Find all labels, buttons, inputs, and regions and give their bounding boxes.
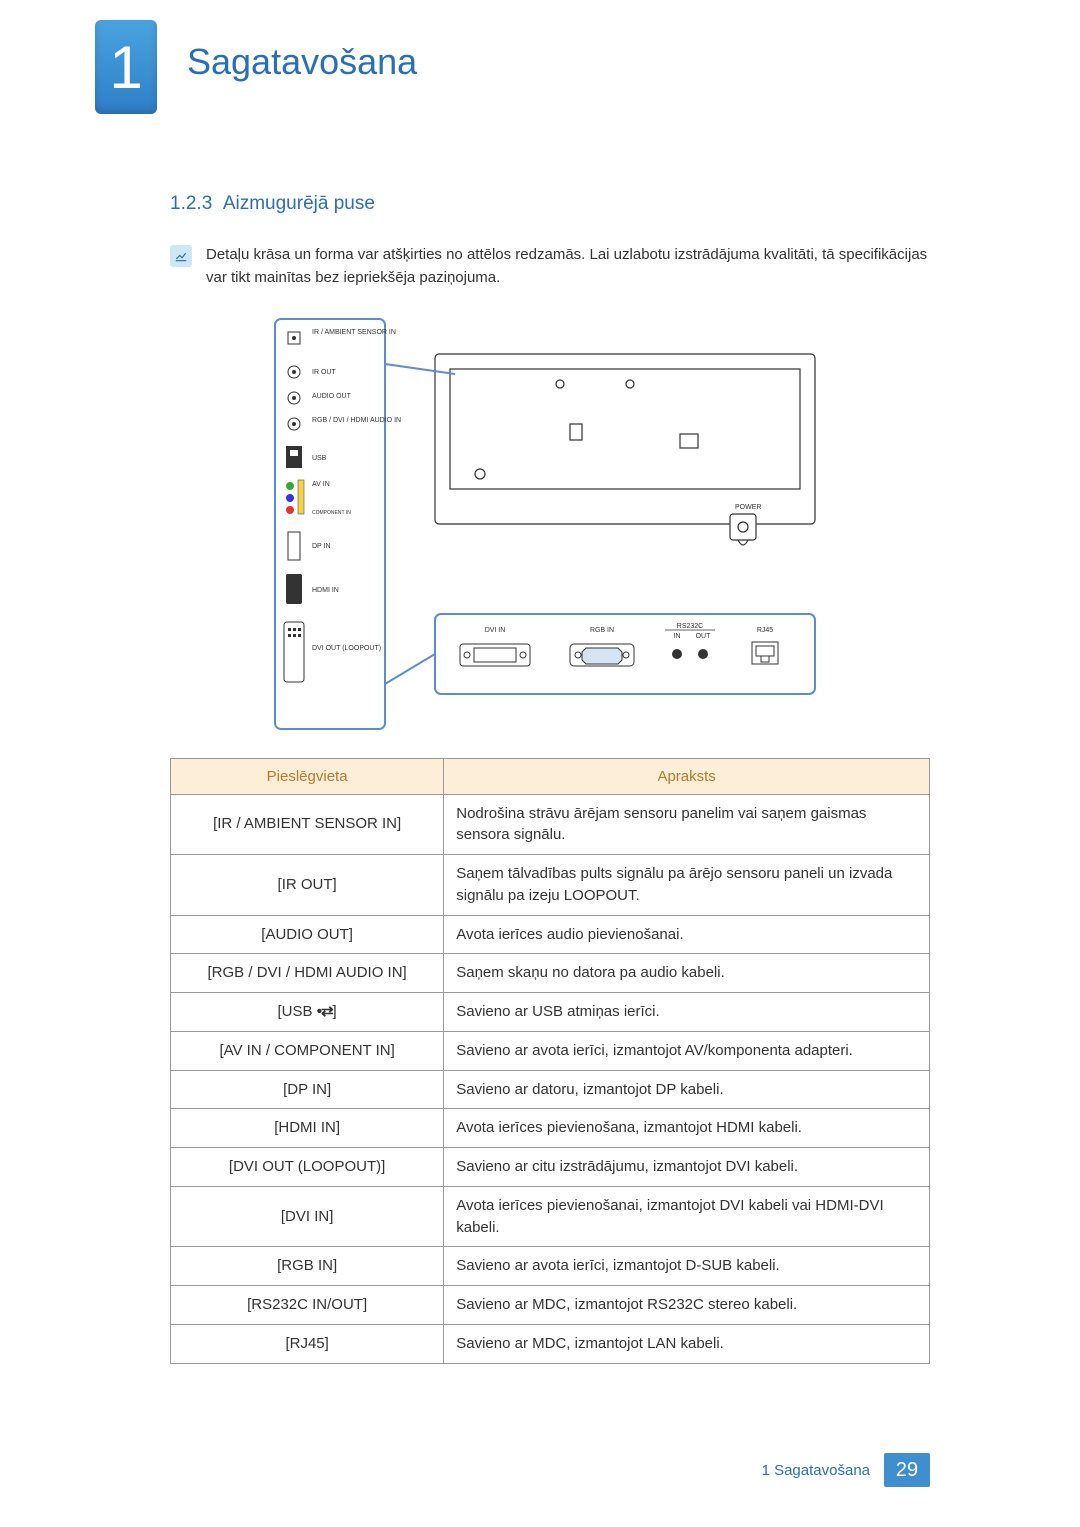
lbl-audio-out: AUDIO OUT — [312, 393, 352, 400]
table-row: [RGB IN]Savieno ar avota ierīci, izmanto… — [171, 1247, 930, 1286]
table-row: [DP IN]Savieno ar datoru, izmantojot DP … — [171, 1070, 930, 1109]
table-row: [HDMI IN]Avota ierīces pievienošana, izm… — [171, 1109, 930, 1148]
monitor-rear: POWER — [435, 354, 815, 545]
lbl-usb: USB — [312, 455, 327, 462]
port-cell: [AV IN / COMPONENT IN] — [171, 1031, 444, 1070]
table-row: [IR / AMBIENT SENSOR IN]Nodrošina strāvu… — [171, 794, 930, 855]
port-cell: [IR / AMBIENT SENSOR IN] — [171, 794, 444, 855]
section-body: 1.2.3 Aizmugurējā puse Detaļu krāsa un f… — [170, 193, 930, 1364]
desc-cell: Avota ierīces pievienošana, izmantojot H… — [444, 1109, 930, 1148]
lbl-avin: AV IN — [312, 481, 330, 488]
chapter-title: Sagatavošana — [187, 41, 417, 83]
desc-cell: Savieno ar citu izstrādājumu, izmantojot… — [444, 1148, 930, 1187]
table-row: [RGB / DVI / HDMI AUDIO IN]Saņem skaņu n… — [171, 954, 930, 993]
section-number: 1.2.3 — [170, 193, 212, 214]
table-row: [DVI IN]Avota ierīces pievienošanai, izm… — [171, 1186, 930, 1247]
page-footer: 1 Sagatavošana 29 — [0, 1453, 1080, 1487]
lbl-rgb-audio: RGB / DVI / HDMI AUDIO IN — [312, 417, 401, 424]
chapter-header: 1 Sagatavošana — [95, 20, 417, 114]
port-cell: [RS232C IN/OUT] — [171, 1286, 444, 1325]
lbl-dpin: DP IN — [312, 543, 331, 550]
port-cell: [RGB IN] — [171, 1247, 444, 1286]
desc-cell: Saņem skaņu no datora pa audio kabeli. — [444, 954, 930, 993]
note-row: Detaļu krāsa un forma var atšķirties no … — [170, 243, 930, 290]
table-row: [AV IN / COMPONENT IN]Savieno ar avota i… — [171, 1031, 930, 1070]
port-cell: [AUDIO OUT] — [171, 915, 444, 954]
th-desc: Apraksts — [444, 758, 930, 794]
lbl-hdmi: HDMI IN — [312, 587, 339, 594]
desc-cell: Savieno ar avota ierīci, izmantojot D-SU… — [444, 1247, 930, 1286]
lbl-ir-ambient: IR / AMBIENT SENSOR IN — [312, 329, 396, 336]
port-cell: [DP IN] — [171, 1070, 444, 1109]
lbl-rs232c: RS232C — [677, 623, 703, 630]
lbl-rs232c-out: OUT — [696, 633, 712, 640]
lbl-power: POWER — [735, 504, 761, 511]
port-cell: [DVI OUT (LOOPOUT)] — [171, 1148, 444, 1187]
table-row: [RS232C IN/OUT]Savieno ar MDC, izmantojo… — [171, 1286, 930, 1325]
th-port: Pieslēgvieta — [171, 758, 444, 794]
chapter-number-box: 1 — [95, 20, 157, 114]
desc-cell: Savieno ar datoru, izmantojot DP kabeli. — [444, 1070, 930, 1109]
desc-cell: Avota ierīces audio pievienošanai. — [444, 915, 930, 954]
page-number: 29 — [884, 1453, 930, 1487]
port-cell: [USB •⇄] — [171, 993, 444, 1032]
section-heading: 1.2.3 Aizmugurējā puse — [170, 193, 930, 215]
lbl-component: COMPONENT IN — [312, 510, 351, 516]
note-text: Detaļu krāsa un forma var atšķirties no … — [206, 243, 930, 290]
table-row: [DVI OUT (LOOPOUT)]Savieno ar citu izstr… — [171, 1148, 930, 1187]
desc-cell: Savieno ar USB atmiņas ierīci. — [444, 993, 930, 1032]
desc-cell: Saņem tālvadības pults signālu pa ārējo … — [444, 855, 930, 916]
ports-table: Pieslēgvieta Apraksts [IR / AMBIENT SENS… — [170, 758, 930, 1364]
note-icon — [170, 245, 192, 267]
port-cell: [RJ45] — [171, 1324, 444, 1363]
section-title: Aizmugurējā puse — [223, 193, 375, 214]
table-row: [USB •⇄]Savieno ar USB atmiņas ierīci. — [171, 993, 930, 1032]
port-cell: [IR OUT] — [171, 855, 444, 916]
port-cell: [RGB / DVI / HDMI AUDIO IN] — [171, 954, 444, 993]
desc-cell: Nodrošina strāvu ārējam sensoru panelim … — [444, 794, 930, 855]
table-row: [AUDIO OUT]Avota ierīces audio pievienoš… — [171, 915, 930, 954]
footer-text: 1 Sagatavošana — [762, 1462, 870, 1479]
lbl-rj45: RJ45 — [757, 627, 773, 634]
desc-cell: Savieno ar MDC, izmantojot LAN kabeli. — [444, 1324, 930, 1363]
desc-cell: Savieno ar MDC, izmantojot RS232C stereo… — [444, 1286, 930, 1325]
port-cell: [DVI IN] — [171, 1186, 444, 1247]
lbl-dviout: DVI OUT (LOOPOUT) — [312, 645, 381, 652]
desc-cell: Savieno ar avota ierīci, izmantojot AV/k… — [444, 1031, 930, 1070]
port-cell: [HDMI IN] — [171, 1109, 444, 1148]
table-row: [IR OUT]Saņem tālvadības pults signālu p… — [171, 855, 930, 916]
table-row: [RJ45]Savieno ar MDC, izmantojot LAN kab… — [171, 1324, 930, 1363]
desc-cell: Avota ierīces pievienošanai, izmantojot … — [444, 1186, 930, 1247]
lbl-dviin: DVI IN — [485, 627, 506, 634]
lbl-ir-out: IR OUT — [312, 369, 336, 376]
rear-panel-diagram: IR / AMBIENT SENSOR IN IR OUT AUDIO OUT … — [170, 314, 930, 734]
lbl-rgbin: RGB IN — [590, 627, 614, 634]
lbl-rs232c-in: IN — [674, 633, 681, 640]
